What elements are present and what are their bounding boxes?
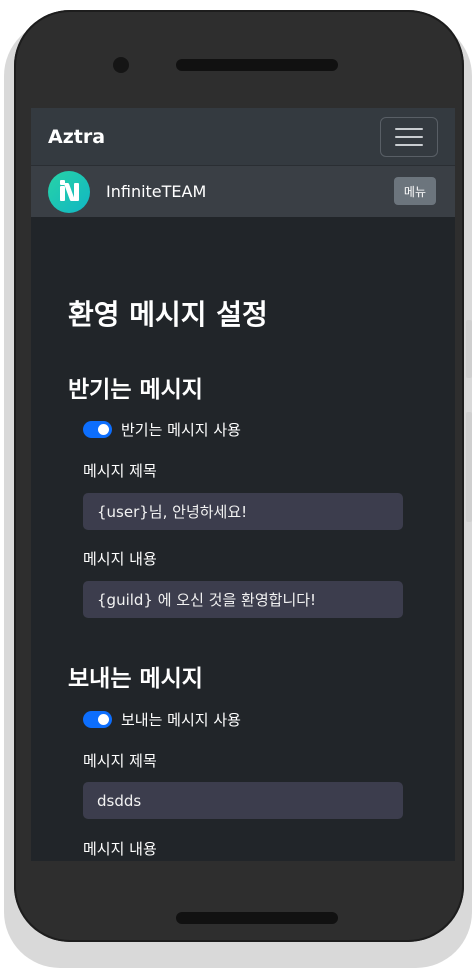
server-menu-button[interactable]: 메뉴 bbox=[393, 177, 436, 205]
farewell-content-label: 메시지 내용 bbox=[83, 840, 157, 858]
volume-button bbox=[466, 320, 472, 378]
app-screen: Aztra InfiniteTEAM 메뉴 환영 메시지 설정 반기는 메시지 … bbox=[31, 108, 455, 861]
page-title: 환영 메시지 설정 bbox=[68, 298, 268, 331]
farewell-toggle-switch[interactable] bbox=[83, 711, 112, 728]
farewell-section-title: 보내는 메시지 bbox=[68, 666, 203, 692]
welcome-toggle-label: 반기는 메시지 사용 bbox=[121, 421, 241, 439]
welcome-section-title: 반기는 메시지 bbox=[68, 377, 203, 403]
welcome-title-input[interactable]: {user}님, 안녕하세요! bbox=[83, 493, 403, 530]
welcome-toggle-switch[interactable] bbox=[83, 421, 112, 438]
welcome-content-input[interactable]: {guild} 에 오신 것을 환영합니다! bbox=[83, 581, 403, 618]
bottom-speaker bbox=[176, 912, 338, 924]
earpiece-speaker bbox=[176, 59, 338, 71]
power-button bbox=[466, 412, 472, 522]
farewell-toggle-row: 보내는 메시지 사용 bbox=[83, 709, 241, 730]
front-camera bbox=[113, 57, 129, 73]
brand-logo-text[interactable]: Aztra bbox=[48, 126, 105, 148]
welcome-toggle-row: 반기는 메시지 사용 bbox=[83, 419, 241, 440]
server-bar: InfiniteTEAM 메뉴 bbox=[31, 166, 455, 217]
navbar: Aztra bbox=[31, 108, 455, 166]
welcome-content-label: 메시지 내용 bbox=[83, 550, 157, 568]
server-logo-icon bbox=[48, 170, 90, 213]
farewell-title-label: 메시지 제목 bbox=[83, 752, 157, 770]
welcome-title-label: 메시지 제목 bbox=[83, 462, 157, 480]
farewell-toggle-label: 보내는 메시지 사용 bbox=[121, 711, 241, 729]
hamburger-menu-button[interactable] bbox=[380, 116, 438, 157]
hamburger-icon-line bbox=[395, 143, 423, 146]
farewell-title-input[interactable]: dsdds bbox=[83, 782, 403, 819]
server-name: InfiniteTEAM bbox=[106, 182, 207, 201]
hamburger-icon-line bbox=[395, 127, 423, 130]
hamburger-icon-line bbox=[395, 135, 423, 138]
